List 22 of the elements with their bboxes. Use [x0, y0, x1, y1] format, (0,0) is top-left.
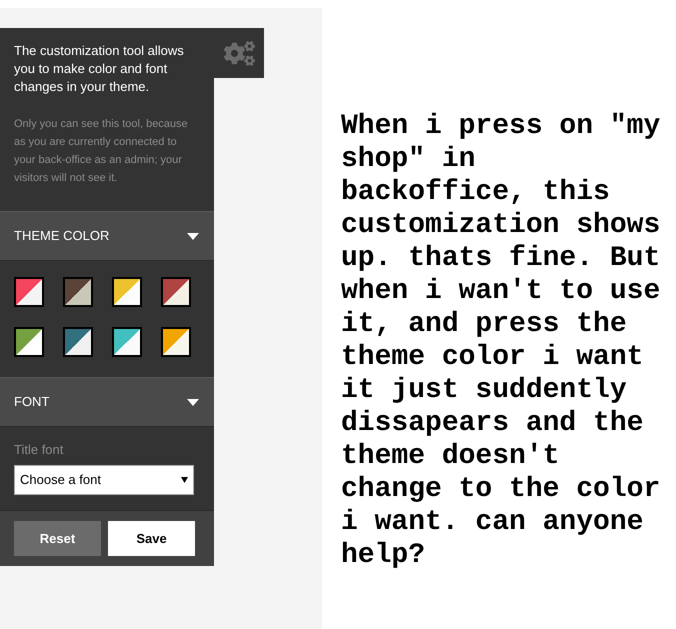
section-header[interactable]: FONT — [0, 377, 214, 426]
dropdown-arrow-icon — [181, 477, 188, 483]
color-swatch[interactable] — [63, 277, 93, 307]
color-swatch[interactable] — [161, 277, 191, 307]
color-swatch[interactable] — [14, 277, 44, 307]
caret-down-icon — [187, 232, 199, 240]
reset-button[interactable]: Reset — [14, 521, 101, 556]
intro-text: The customization tool allows you to make color and font changes in your theme. — [14, 42, 185, 96]
field-label: Title font — [14, 441, 64, 459]
font-select[interactable]: Choose a font — [14, 465, 194, 495]
color-swatch[interactable] — [161, 327, 191, 357]
color-swatch[interactable] — [14, 327, 44, 357]
note-text: Only you can see this tool, because as you are currently connected to your back-office as an admin; your visitors will not see it. — [14, 117, 189, 186]
color-swatch[interactable] — [112, 327, 142, 357]
color-swatch[interactable] — [112, 277, 142, 307]
question-text: When i press on "my shop" in backoffice, this customization shows up. thats fine. But when i wan't to use it, and press the theme color i want it just suddently dissapears and the theme doesn't change to the color i want. can anyone help? — [341, 110, 662, 572]
section-header[interactable]: THEME COLOR — [0, 211, 214, 260]
gears-icon — [224, 40, 254, 66]
settings-toggle-button[interactable] — [214, 28, 264, 78]
caret-down-icon — [187, 398, 199, 406]
color-swatch[interactable] — [63, 327, 93, 357]
save-button[interactable]: Save — [108, 521, 195, 556]
